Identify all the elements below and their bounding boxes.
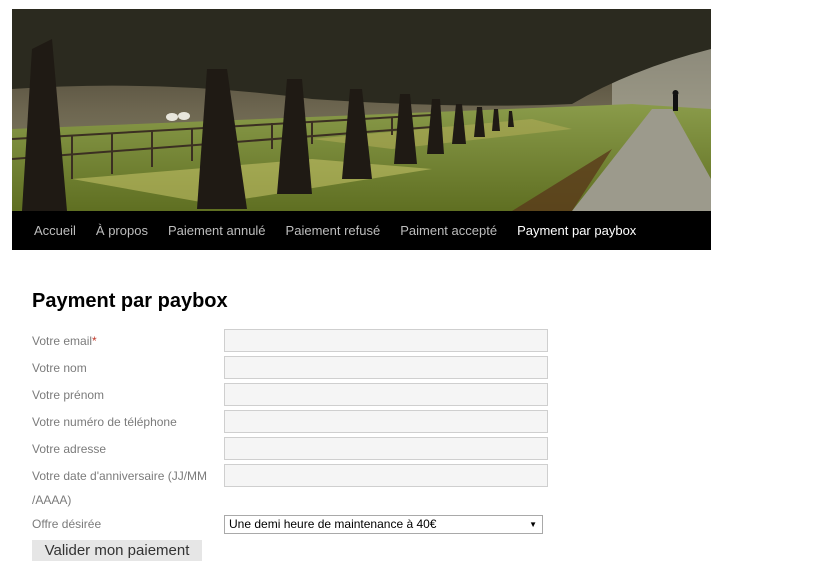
offer-selected-value: Une demi heure de maintenance à 40€ — [229, 517, 437, 531]
nav-item-a-propos[interactable]: À propos — [96, 223, 148, 238]
birthday-field[interactable] — [224, 464, 548, 487]
phone-label: Votre numéro de téléphone — [32, 415, 177, 429]
submit-payment-button[interactable]: Valider mon paiement — [32, 540, 202, 561]
page-title: Payment par paybox — [32, 290, 228, 312]
nav-item-paiement-refuse[interactable]: Paiement refusé — [286, 223, 381, 238]
header-banner-image — [12, 9, 711, 211]
firstname-label: Votre prénom — [32, 388, 105, 402]
nav-item-accueil[interactable]: Accueil — [34, 223, 76, 238]
birthday-label-line1: Votre date d'anniversaire (JJ/MM — [32, 469, 208, 483]
name-label: Votre nom — [32, 361, 87, 375]
address-label: Votre adresse — [32, 442, 107, 456]
email-field[interactable] — [224, 329, 548, 352]
email-label: Votre email* — [32, 334, 97, 348]
firstname-field[interactable] — [224, 383, 548, 406]
name-field[interactable] — [224, 356, 548, 379]
nav-item-paiement-accepte[interactable]: Paiment accepté — [400, 223, 497, 238]
phone-field[interactable] — [224, 410, 548, 433]
required-mark: * — [92, 334, 97, 348]
offer-label: Offre désirée — [32, 517, 102, 531]
nav-item-paiement-annule[interactable]: Paiement annulé — [168, 223, 266, 238]
nav-item-payment-paybox[interactable]: Payment par paybox — [517, 223, 636, 238]
dropdown-arrow-icon: ▼ — [529, 520, 537, 529]
offer-select[interactable]: Une demi heure de maintenance à 40€ ▼ — [224, 515, 543, 534]
main-navigation: Accueil À propos Paiement annulé Paiemen… — [12, 211, 711, 250]
birthday-label-line2: /AAAA) — [32, 493, 72, 507]
address-field[interactable] — [224, 437, 548, 460]
